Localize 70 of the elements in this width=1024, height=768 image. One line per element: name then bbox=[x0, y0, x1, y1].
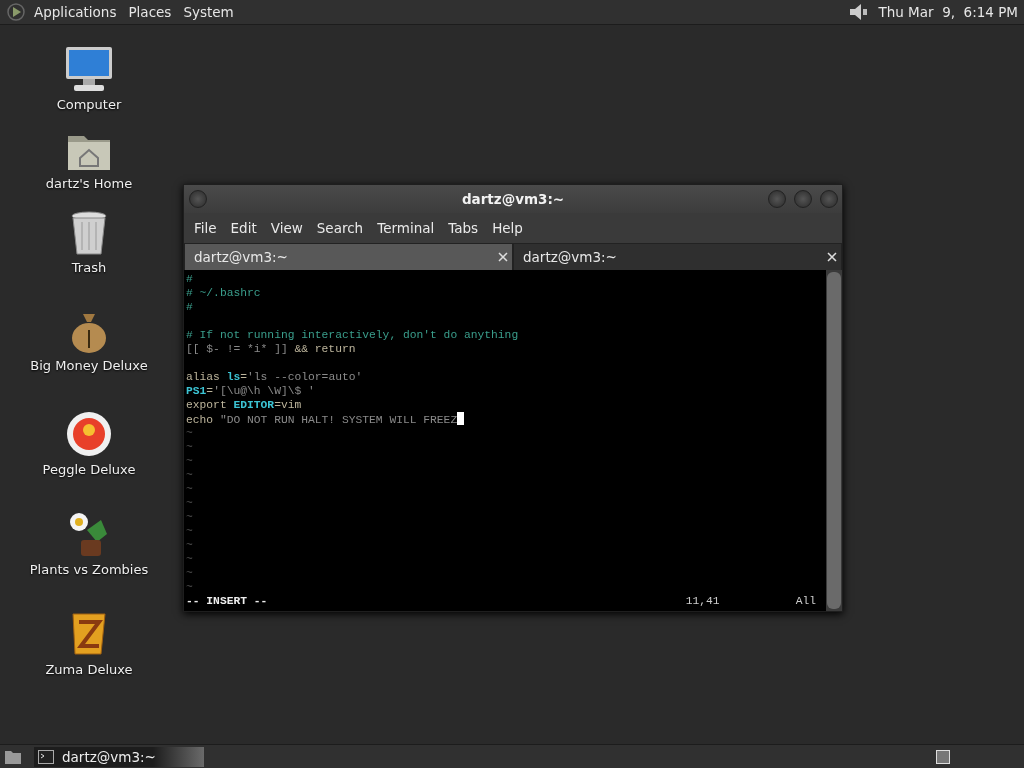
desktop-icon-label[interactable]: Computer bbox=[56, 97, 122, 112]
panel-menu[interactable]: Places bbox=[124, 4, 176, 20]
menu-item[interactable]: Tabs bbox=[441, 220, 486, 236]
mode-indicator: -- INSERT -- bbox=[186, 594, 268, 608]
code-text: "DO NOT RUN HALT! SYSTEM WILL FREEZ bbox=[219, 414, 458, 426]
empty-line-marker: ~ bbox=[186, 483, 193, 495]
desktop-icon-label[interactable]: Big Money Deluxe bbox=[30, 358, 148, 373]
terminal-icon bbox=[38, 749, 54, 764]
desktop-icon-label[interactable]: dartz's Home bbox=[45, 176, 133, 191]
menu-item[interactable]: File bbox=[187, 220, 224, 236]
trash-icon bbox=[70, 210, 108, 256]
desktop-icon-label[interactable]: Zuma Deluxe bbox=[45, 662, 133, 677]
code-text: alias bbox=[186, 371, 221, 383]
code-text: # bbox=[186, 301, 193, 313]
minimize-button[interactable] bbox=[768, 190, 786, 208]
taskbar-button[interactable]: dartz@vm3:~ bbox=[34, 746, 204, 767]
window-menu-button[interactable] bbox=[189, 190, 207, 208]
menu-item[interactable]: Search bbox=[309, 220, 371, 236]
empty-line-marker: ~ bbox=[186, 497, 193, 509]
code-text: =vim bbox=[274, 399, 302, 411]
terminal-tab[interactable]: dartz@vm3:~ bbox=[184, 243, 513, 270]
code-text: PS1 bbox=[186, 385, 207, 397]
code-text: = bbox=[206, 385, 214, 397]
code-text: export bbox=[186, 399, 228, 411]
empty-line-marker: ~ bbox=[186, 469, 193, 481]
scroll-position: All bbox=[795, 594, 816, 608]
desktop-icon-label[interactable]: Peggle Deluxe bbox=[42, 462, 136, 477]
panel-menu[interactable]: System bbox=[179, 4, 238, 20]
code-text: [[ $- != *i* ]] bbox=[186, 343, 289, 355]
code-text: && return bbox=[294, 343, 356, 355]
empty-line-marker: ~ bbox=[186, 511, 193, 523]
menu-item[interactable]: View bbox=[263, 220, 310, 236]
maximize-button[interactable] bbox=[794, 190, 812, 208]
window-title: dartz@vm3:~ bbox=[461, 190, 565, 207]
code-text: = bbox=[240, 371, 248, 383]
code-text: echo bbox=[186, 414, 215, 426]
ball-icon bbox=[65, 410, 113, 458]
stone-block-icon bbox=[69, 610, 109, 658]
play-logo-icon bbox=[6, 2, 26, 22]
code-text: 'ls --color=auto' bbox=[247, 371, 363, 383]
terminal-tab[interactable]: dartz@vm3:~ bbox=[513, 243, 842, 270]
clock: Thu Mar 9, 6:14 PM bbox=[878, 4, 1018, 20]
empty-line-marker: ~ bbox=[186, 427, 193, 439]
menu-item[interactable]: Edit bbox=[223, 220, 264, 236]
desktop-icon-label[interactable]: Trash bbox=[71, 260, 107, 275]
empty-line-marker: ~ bbox=[186, 539, 193, 551]
code-text: EDITOR bbox=[233, 399, 275, 411]
empty-line-marker: ~ bbox=[186, 441, 193, 453]
empty-line-marker: ~ bbox=[186, 553, 193, 565]
close-icon[interactable] bbox=[827, 252, 837, 263]
empty-line-marker: ~ bbox=[186, 567, 193, 579]
close-icon[interactable] bbox=[498, 252, 508, 263]
code-text: # bbox=[186, 273, 193, 285]
code-text: ls bbox=[226, 371, 241, 383]
menu-item[interactable]: Help bbox=[485, 220, 530, 236]
workspace-switcher[interactable] bbox=[936, 749, 950, 764]
menu-item[interactable]: Terminal bbox=[370, 220, 442, 236]
text-cursor bbox=[457, 412, 465, 425]
desktop-folder-icon[interactable] bbox=[4, 748, 22, 765]
desktop-icon-label[interactable]: Plants vs Zombies bbox=[29, 562, 149, 577]
code-text: '[\u@\h \W]\$ ' bbox=[213, 385, 315, 397]
empty-line-marker: ~ bbox=[186, 525, 193, 537]
code-text: # If not running interactively, don't do anything bbox=[186, 329, 519, 341]
panel-menu[interactable]: Applications bbox=[30, 4, 121, 20]
cursor-position: 11,41 bbox=[685, 594, 721, 608]
empty-line-marker: ~ bbox=[186, 455, 193, 467]
monitor-icon bbox=[64, 45, 114, 93]
code-text: # ~/.bashrc bbox=[186, 287, 261, 299]
close-button[interactable] bbox=[820, 190, 838, 208]
empty-line-marker: ~ bbox=[186, 581, 193, 593]
